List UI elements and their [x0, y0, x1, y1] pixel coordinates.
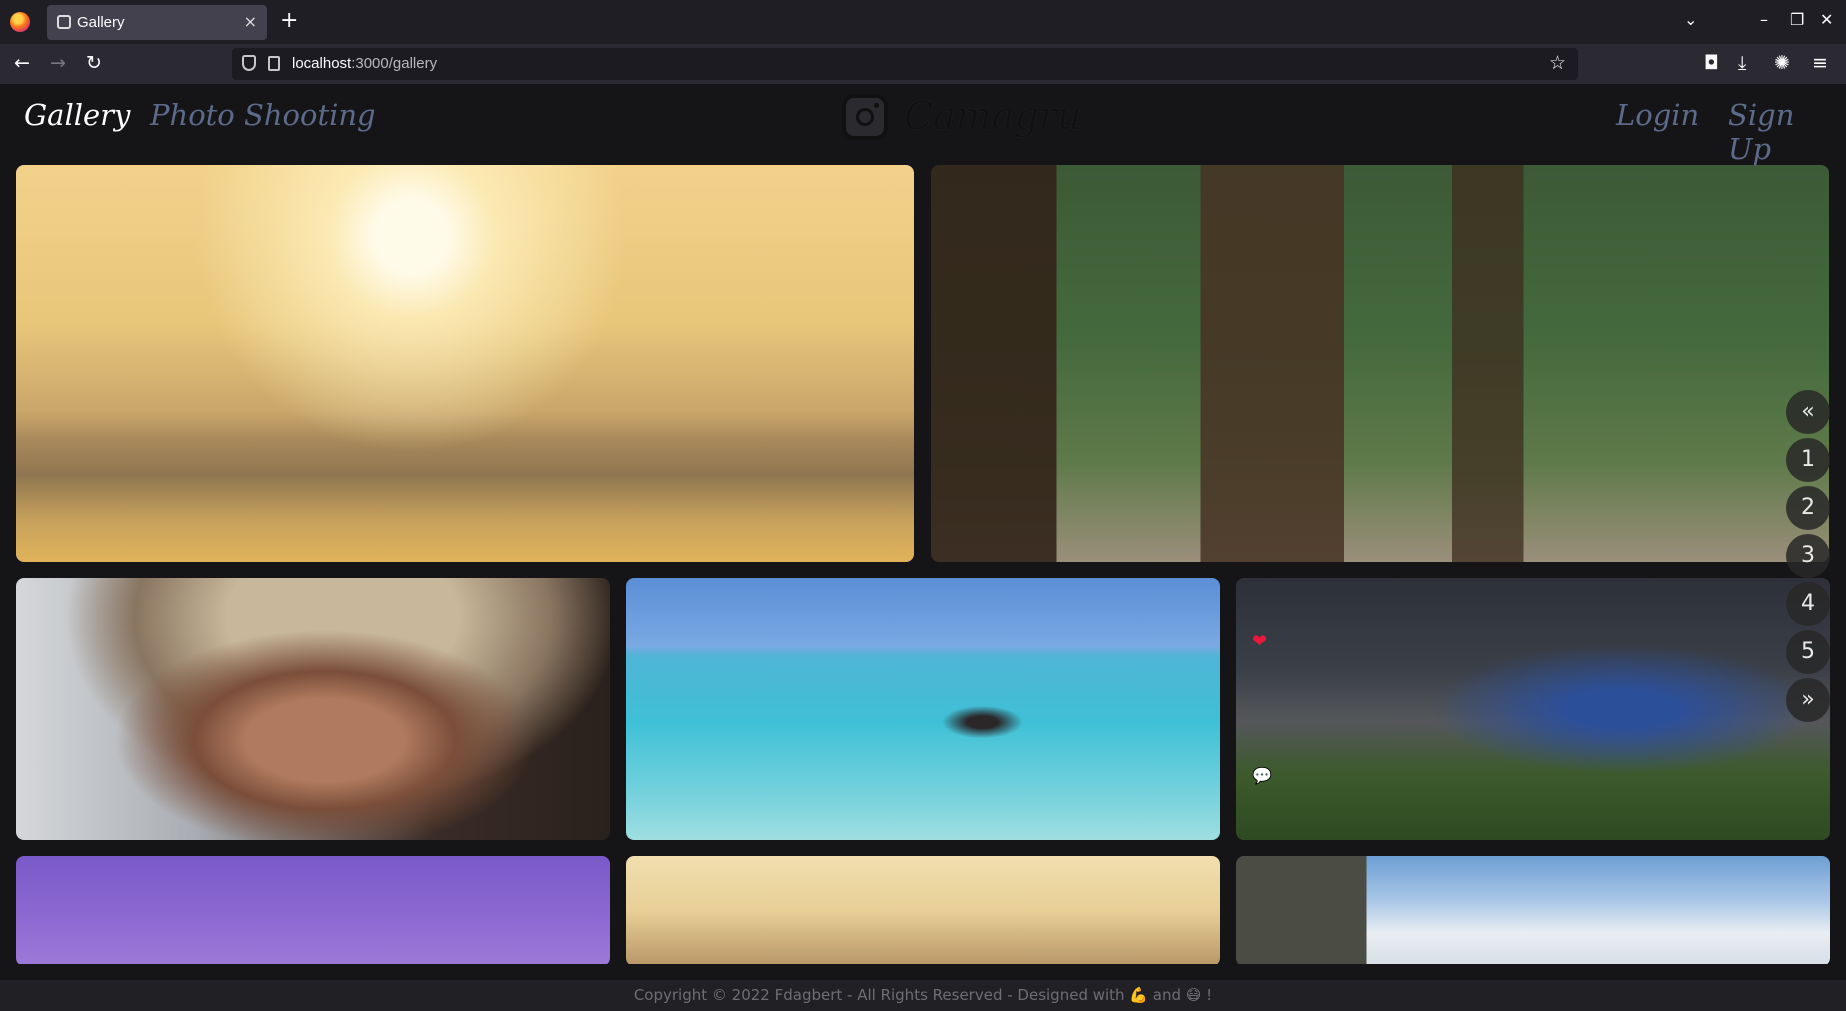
gallery-grid: ❤ 💬: [0, 84, 1846, 964]
pagination-page-2[interactable]: 2: [1786, 486, 1830, 530]
gallery-photo-woman-in-sea[interactable]: [626, 578, 1220, 840]
pagination-next[interactable]: »: [1786, 678, 1830, 722]
camera-lens: [856, 108, 874, 126]
tracking-shield-icon[interactable]: [242, 55, 256, 71]
pagination-prev[interactable]: «: [1786, 390, 1830, 434]
pagination-page-4[interactable]: 4: [1786, 582, 1830, 626]
tab-close-icon[interactable]: ×: [244, 12, 257, 31]
camera-logo-icon[interactable]: [842, 94, 888, 140]
nav-photo-shooting[interactable]: Photo Shooting: [150, 98, 376, 132]
window-restore-icon[interactable]: ❐: [1790, 10, 1804, 29]
like-heart-icon[interactable]: ❤: [1252, 631, 1267, 652]
gallery-photo-cliff-dog[interactable]: [1236, 856, 1830, 964]
extensions-icon[interactable]: ✺: [1774, 52, 1790, 74]
pocket-icon[interactable]: ◘: [1704, 52, 1719, 74]
gallery-photo-football-team[interactable]: [1236, 578, 1830, 840]
url-text[interactable]: localhost:3000/gallery: [292, 55, 437, 72]
tab-favicon-icon: [57, 15, 71, 29]
window-minimize-icon[interactable]: –: [1760, 10, 1768, 29]
browser-tab-bar: Gallery × + ⌄ – ❐ ✕: [0, 0, 1846, 44]
bookmark-star-icon[interactable]: ☆: [1549, 52, 1566, 74]
reload-icon[interactable]: ↻: [86, 52, 102, 74]
tab-title: Gallery: [77, 14, 125, 31]
footer-copyright: Copyright © 2022 Fdagbert - All Rights R…: [633, 986, 1213, 1004]
comment-icon[interactable]: 💬: [1252, 766, 1272, 785]
new-tab-icon[interactable]: +: [280, 8, 298, 33]
camera-dot: [874, 103, 879, 108]
gallery-photo-forest-path[interactable]: [931, 165, 1829, 562]
site-footer: Copyright © 2022 Fdagbert - All Rights R…: [0, 980, 1846, 1011]
window-close-icon[interactable]: ✕: [1820, 10, 1833, 29]
gallery-photo-heart-beach[interactable]: [16, 165, 914, 562]
back-icon[interactable]: ←: [14, 52, 30, 74]
pagination-page-1[interactable]: 1: [1786, 438, 1830, 482]
gallery-photo-hiker-purple-sky[interactable]: [16, 856, 610, 964]
nav-gallery[interactable]: Gallery: [24, 98, 130, 132]
site-header: Gallery Photo Shooting Camagru Login Sig…: [0, 84, 1846, 166]
app-menu-icon[interactable]: ≡: [1812, 52, 1828, 74]
download-icon[interactable]: ⤓: [1738, 52, 1746, 74]
url-bar[interactable]: localhost:3000/gallery ☆: [232, 48, 1578, 80]
browser-nav-bar: ← → ↻ localhost:3000/gallery ☆ ◘ ⤓ ✺ ≡: [0, 44, 1846, 84]
tab-gallery[interactable]: Gallery ×: [47, 5, 267, 40]
nav-signup[interactable]: Sign Up: [1728, 98, 1846, 166]
gallery-photo-couple-bench[interactable]: [626, 856, 1220, 964]
firefox-logo-icon[interactable]: [10, 12, 30, 32]
page: ❤ 💬 Gallery Photo Shooting Camagru Login…: [0, 84, 1846, 1011]
page-info-icon[interactable]: [268, 56, 280, 71]
gallery-photo-fur-hood-portrait[interactable]: [16, 578, 610, 840]
tab-list-icon[interactable]: ⌄: [1684, 10, 1697, 29]
url-host: localhost: [292, 55, 352, 72]
pagination-page-5[interactable]: 5: [1786, 630, 1830, 674]
url-path: :3000/gallery: [351, 55, 438, 72]
pagination-page-3[interactable]: 3: [1786, 534, 1830, 578]
nav-login[interactable]: Login: [1616, 98, 1699, 132]
forward-icon[interactable]: →: [50, 52, 66, 74]
site-logo-text[interactable]: Camagru: [904, 94, 1081, 138]
